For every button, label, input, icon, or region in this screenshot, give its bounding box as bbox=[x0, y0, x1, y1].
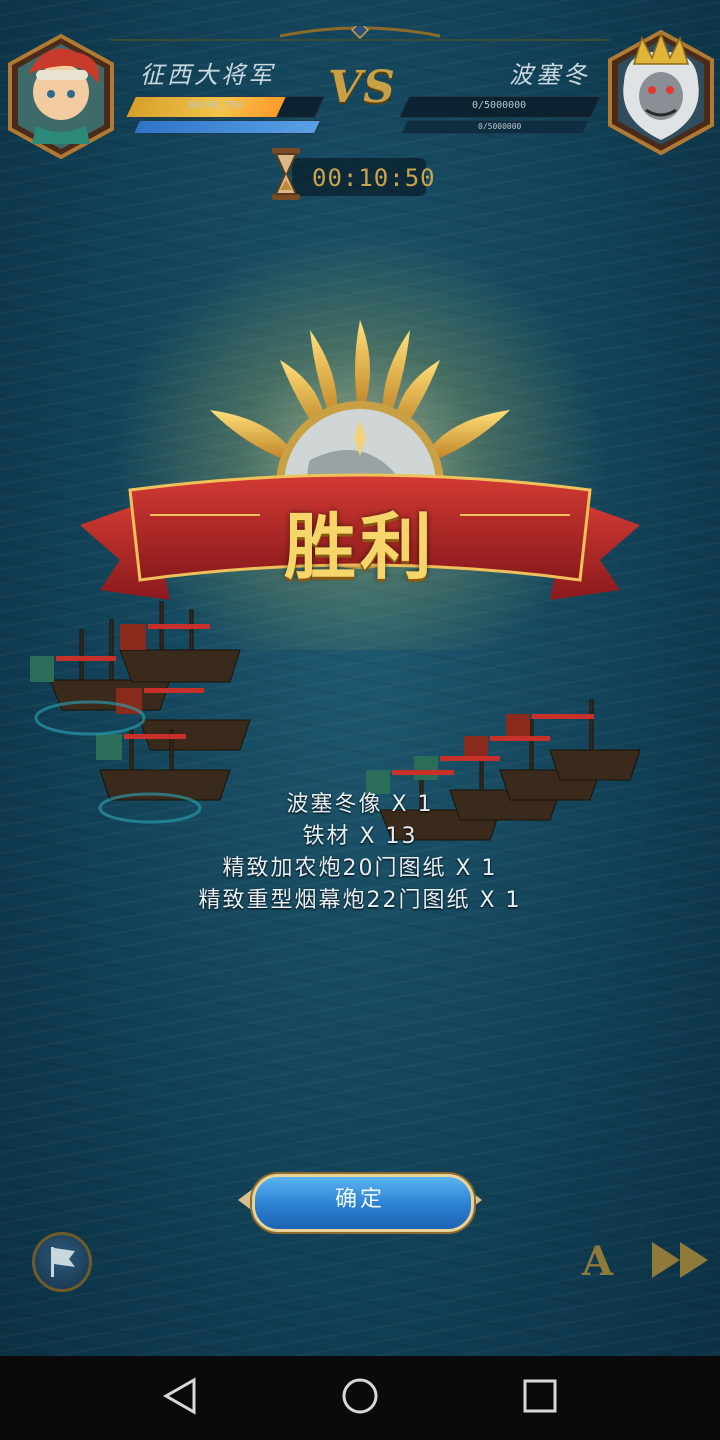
victory-title: 胜利 bbox=[283, 504, 436, 589]
enemy-avatar bbox=[608, 30, 714, 155]
timer-value: 00:10:50 bbox=[312, 164, 436, 192]
player-name: 征西大将军 bbox=[140, 61, 275, 89]
enemy-sub-text: 0/5000000 bbox=[478, 122, 522, 131]
system-nav-bar bbox=[0, 1356, 720, 1440]
player-sub-bar bbox=[132, 120, 322, 134]
player-avatar bbox=[8, 34, 114, 159]
back-triangle-icon[interactable] bbox=[160, 1376, 200, 1416]
vs-label: VS bbox=[328, 62, 396, 113]
recent-square-icon[interactable] bbox=[520, 1376, 560, 1416]
player-hp-text: 00/00,754 bbox=[188, 100, 243, 111]
reward-item: 精致加农炮20门图纸 X 1 bbox=[222, 856, 498, 881]
enemy-name: 波塞冬 bbox=[509, 61, 590, 89]
confirm-button[interactable]: 确定 bbox=[238, 1168, 482, 1232]
reward-item: 精致重型烟幕炮22门图纸 X 1 bbox=[198, 888, 522, 913]
auto-battle-button[interactable]: A bbox=[582, 1238, 613, 1285]
reward-item: 铁材 X 13 bbox=[302, 824, 418, 849]
flag-icon bbox=[51, 1247, 75, 1277]
player-sub-fill bbox=[134, 121, 320, 133]
enemy-hp-text: 0/5000000 bbox=[472, 100, 527, 111]
confirm-button-label: 确定 bbox=[334, 1187, 385, 1212]
reward-item: 波塞冬像 X 1 bbox=[286, 792, 434, 817]
surrender-flag-button[interactable] bbox=[32, 1232, 92, 1292]
home-circle-icon[interactable] bbox=[340, 1376, 380, 1416]
hourglass-icon bbox=[272, 148, 300, 200]
fast-forward-icon[interactable] bbox=[650, 1240, 712, 1280]
